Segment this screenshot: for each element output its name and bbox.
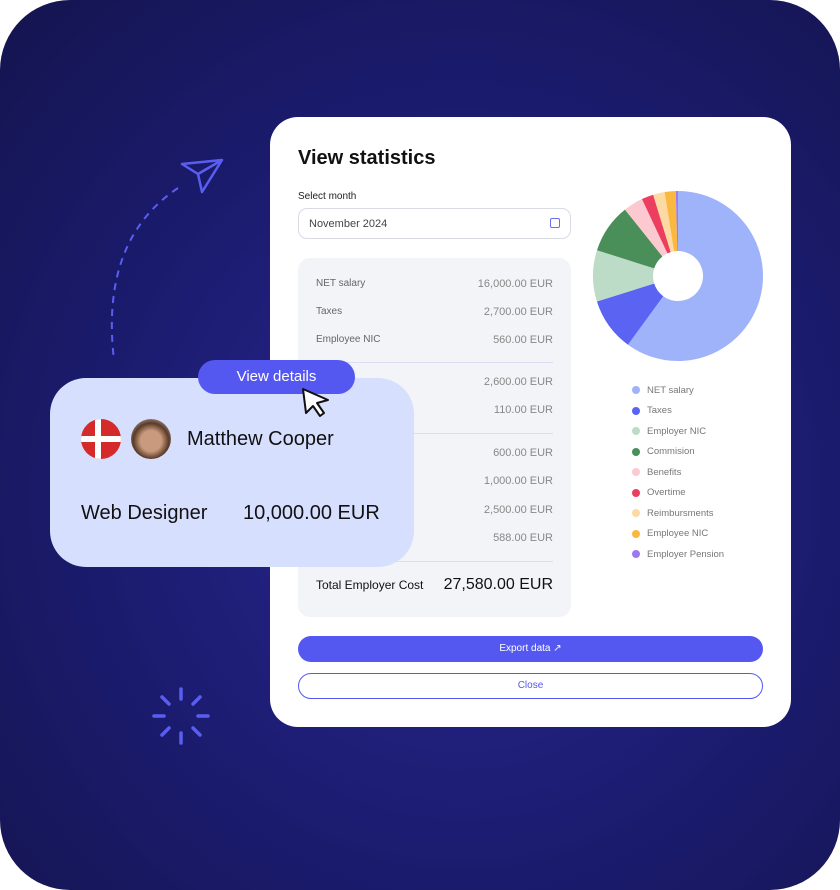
breakdown-row: NET salary 16,000.00 EUR xyxy=(316,278,553,290)
legend-label: Reimbursments xyxy=(647,507,714,519)
legend-label: Benefits xyxy=(647,466,682,478)
divider xyxy=(316,362,553,363)
legend-dot xyxy=(632,427,640,436)
external-link-icon: ↗ xyxy=(553,643,562,654)
page-title: View statistics xyxy=(298,147,436,169)
cursor-icon xyxy=(302,388,329,417)
row-value: 600.00 EUR xyxy=(493,447,553,459)
legend-label: Employer NIC xyxy=(647,425,707,437)
row-value: 110.00 EUR xyxy=(493,404,553,416)
legend-item: NET salary xyxy=(632,380,724,401)
legend-dot xyxy=(632,386,640,395)
legend-dot xyxy=(632,468,640,477)
legend-item: Reimbursments xyxy=(632,503,724,524)
employee-salary: 10,000.00 EUR xyxy=(243,502,380,524)
employee-name: Matthew Cooper xyxy=(187,428,334,450)
avatar xyxy=(131,419,171,459)
chart-legend: NET salary Taxes Employer NIC Commision Bene… xyxy=(632,380,724,565)
legend-label: Employer Pension xyxy=(647,548,725,560)
sparkle-icon xyxy=(152,687,210,745)
legend-item: Employee NIC xyxy=(632,524,724,545)
legend-item: Employer Pension xyxy=(632,544,724,565)
legend-dot xyxy=(632,529,640,538)
row-label: Taxes xyxy=(316,306,343,317)
denmark-flag-icon xyxy=(81,419,121,459)
legend-label: Taxes xyxy=(647,405,672,417)
legend-item: Overtime xyxy=(632,483,724,504)
donut-chart xyxy=(593,191,763,361)
legend-item: Employer NIC xyxy=(632,421,724,442)
export-data-button[interactable]: Export data ↗ xyxy=(298,636,763,662)
legend-dot xyxy=(632,550,640,559)
legend-item: Benefits xyxy=(632,462,724,483)
row-value: 1,000.00 EUR xyxy=(483,475,553,487)
select-month-label: Select month xyxy=(298,191,357,202)
row-label: NET salary xyxy=(316,278,366,289)
legend-label: NET salary xyxy=(647,384,694,396)
breakdown-row: Taxes 2,700.00 EUR xyxy=(316,306,553,318)
legend-label: Employee NIC xyxy=(647,528,709,540)
legend-item: Commision xyxy=(632,442,724,463)
employee-card[interactable]: Matthew Cooper Web Designer 10,000.00 EU… xyxy=(50,378,414,567)
total-value: 27,580.00 EUR xyxy=(443,576,553,593)
legend-label: Overtime xyxy=(647,487,686,499)
paper-plane-icon xyxy=(180,158,224,194)
row-value: 2,500.00 EUR xyxy=(483,504,553,516)
legend-label: Commision xyxy=(647,446,695,458)
month-select[interactable]: November 2024 xyxy=(298,208,571,239)
row-value: 588.00 EUR xyxy=(493,532,553,544)
row-value: 2,700.00 EUR xyxy=(483,306,553,318)
legend-dot xyxy=(632,406,640,415)
row-value: 2,600.00 EUR xyxy=(483,376,553,388)
export-label: Export data xyxy=(499,643,551,654)
total-label: Total Employer Cost xyxy=(316,578,424,592)
legend-dot xyxy=(632,447,640,456)
legend-dot xyxy=(632,509,640,518)
row-value: 560.00 EUR xyxy=(493,334,553,346)
row-label: Employee NIC xyxy=(316,334,381,345)
close-button[interactable]: Close xyxy=(298,673,763,699)
row-value: 16,000.00 EUR xyxy=(477,278,553,290)
decorative-dashed-path xyxy=(110,158,224,361)
month-value: November 2024 xyxy=(309,218,388,230)
total-row: Total Employer Cost 27,580.00 EUR xyxy=(316,576,553,594)
breakdown-row: Employee NIC 560.00 EUR xyxy=(316,334,553,346)
calendar-icon[interactable] xyxy=(550,218,560,228)
employee-role: Web Designer xyxy=(81,502,208,524)
legend-dot xyxy=(632,488,640,497)
legend-item: Taxes xyxy=(632,401,724,422)
